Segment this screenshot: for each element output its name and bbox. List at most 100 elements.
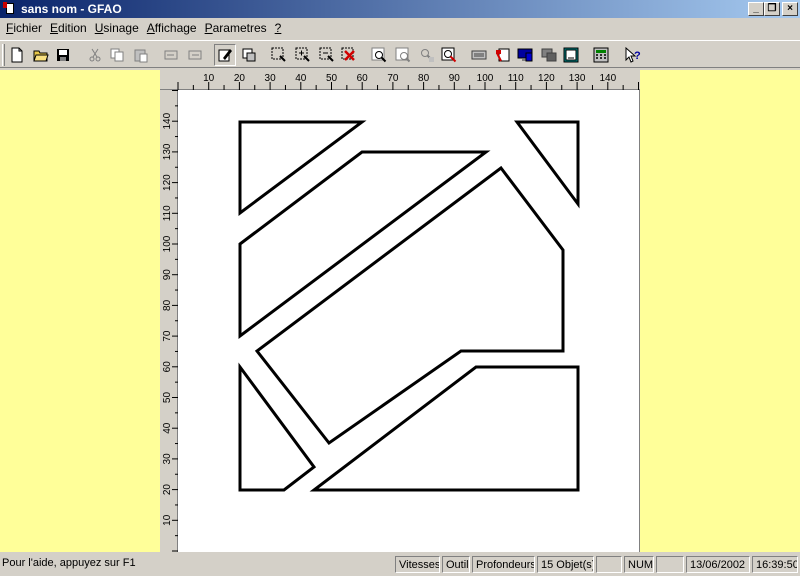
tool-path-icon	[496, 48, 510, 62]
save-icon	[57, 49, 69, 61]
window-title: sans nom - GFAO	[21, 2, 122, 16]
shape-button[interactable]	[238, 44, 260, 66]
zoom-out-button[interactable]	[416, 44, 438, 66]
ruler-left-label: 120	[162, 174, 173, 191]
calculator-button[interactable]	[590, 44, 612, 66]
title-bar: sans nom - GFAO _ ❐ ×	[0, 0, 800, 18]
open-folder-icon	[33, 50, 49, 62]
menu-parametres[interactable]: Parametres	[201, 21, 271, 35]
shape-band-upper-left[interactable]	[238, 150, 491, 339]
ruler-left-label: 40	[162, 422, 173, 434]
ruler-top-label: 140	[599, 73, 616, 84]
menu-affichage[interactable]: Affichage	[143, 21, 201, 35]
new-document-button[interactable]	[6, 44, 28, 66]
restore-button[interactable]: ❐	[764, 2, 780, 16]
menu-help[interactable]: ?	[271, 21, 286, 35]
ruler-top-label: 10	[203, 73, 215, 84]
zoom-window-button[interactable]	[392, 44, 414, 66]
menu-edition[interactable]: Edition	[46, 21, 91, 35]
status-vitesses: Vitesses	[395, 556, 440, 573]
ruler-left: 140 130 120 110 100 90 80 70 60 50 40 30 20 10	[160, 90, 178, 552]
display-button[interactable]	[514, 44, 536, 66]
menu-usinage[interactable]: Usinage	[91, 21, 143, 35]
ruler-top-label: 70	[387, 73, 399, 84]
machine-icon	[471, 50, 487, 60]
ruler-top-label: 80	[418, 73, 430, 84]
export-icon	[563, 47, 579, 63]
ruler-left-label: 30	[162, 453, 173, 465]
status-object-count: 15 Objet(s)	[537, 556, 594, 573]
ruler-left-label: 20	[162, 484, 173, 496]
select-remove-icon	[319, 47, 334, 62]
ruler-left-label: 60	[162, 361, 173, 373]
status-empty-panel	[596, 556, 622, 573]
select-add-button[interactable]	[292, 44, 314, 66]
drawing-canvas[interactable]	[178, 90, 640, 552]
zoom-in-button[interactable]	[368, 44, 390, 66]
app-icon[interactable]	[3, 2, 17, 16]
zoom-in-icon	[371, 47, 387, 63]
ruler-left-label: 100	[162, 235, 173, 252]
delete-selection-icon	[341, 47, 355, 61]
select-rect-icon	[271, 47, 286, 62]
ruler-top-label: 40	[295, 73, 307, 84]
context-help-button[interactable]: ?	[622, 44, 644, 66]
cut-button[interactable]	[84, 44, 106, 66]
select-add-icon	[295, 47, 310, 62]
zoom-out-icon	[421, 49, 434, 62]
ruler-left-label: 80	[162, 299, 173, 311]
ruler-top-label: 20	[234, 73, 246, 84]
open-button[interactable]	[30, 44, 52, 66]
cut-icon	[89, 48, 101, 62]
simulate-button[interactable]	[538, 44, 560, 66]
ruler-top: 10 20 30 40 50 60 70 80 90 100 110 120 130 140	[160, 70, 640, 90]
select-remove-button[interactable]	[316, 44, 338, 66]
ruler-top-label: 90	[449, 73, 461, 84]
ruler-top-label: 60	[357, 73, 369, 84]
draw-pencil-icon	[218, 49, 232, 62]
redo-button[interactable]	[184, 44, 206, 66]
shape-band-lower-right[interactable]	[309, 365, 580, 492]
status-num-lock: NUM	[624, 556, 654, 573]
svg-text:?: ?	[634, 50, 641, 62]
toolbar: ?	[0, 40, 800, 68]
ruler-top-label: 50	[326, 73, 338, 84]
export-button[interactable]	[560, 44, 582, 66]
status-help-text: Pour l'aide, appuyez sur F1	[2, 557, 136, 569]
ruler-top-label: 30	[265, 73, 277, 84]
status-empty-panel-2	[656, 556, 684, 573]
copy-icon	[110, 48, 124, 62]
close-button[interactable]: ×	[782, 2, 798, 16]
paste-icon	[134, 49, 148, 63]
delete-selection-button[interactable]	[338, 44, 360, 66]
status-profondeurs: Profondeurs	[472, 556, 535, 573]
toolbar-grip[interactable]	[2, 44, 5, 66]
status-bar: Pour l'aide, appuyez sur F1 Vitesses Out…	[0, 554, 800, 576]
new-document-icon	[11, 47, 23, 63]
shape-triangle-bottom-left[interactable]	[238, 362, 317, 492]
paste-button[interactable]	[130, 44, 152, 66]
select-rect-button[interactable]	[268, 44, 290, 66]
ruler-top-label: 100	[477, 73, 494, 84]
simulate-icon	[541, 48, 557, 62]
ruler-top-label: 120	[538, 73, 555, 84]
tool-path-button[interactable]	[492, 44, 514, 66]
ruler-left-label: 110	[162, 205, 173, 221]
machine-button[interactable]	[468, 44, 490, 66]
zoom-all-button[interactable]	[438, 44, 460, 66]
menu-bar: Fichier Edition Usinage Affichage Parame…	[0, 18, 800, 38]
zoom-all-icon	[441, 47, 457, 63]
menu-fichier[interactable]: Fichier	[2, 21, 46, 35]
copy-button[interactable]	[106, 44, 128, 66]
save-button[interactable]	[52, 44, 74, 66]
ruler-left-label: 10	[162, 514, 173, 526]
status-outil: Outil	[442, 556, 470, 573]
undo-button[interactable]	[160, 44, 182, 66]
status-time: 16:39:50	[752, 556, 798, 573]
shape-triangle-top-right[interactable]	[514, 120, 580, 209]
ruler-left-label: 50	[162, 392, 173, 404]
draw-button[interactable]	[214, 44, 236, 66]
calculator-icon	[593, 47, 609, 63]
ruler-left-label: 140	[162, 112, 173, 129]
minimize-button[interactable]: _	[748, 2, 764, 16]
